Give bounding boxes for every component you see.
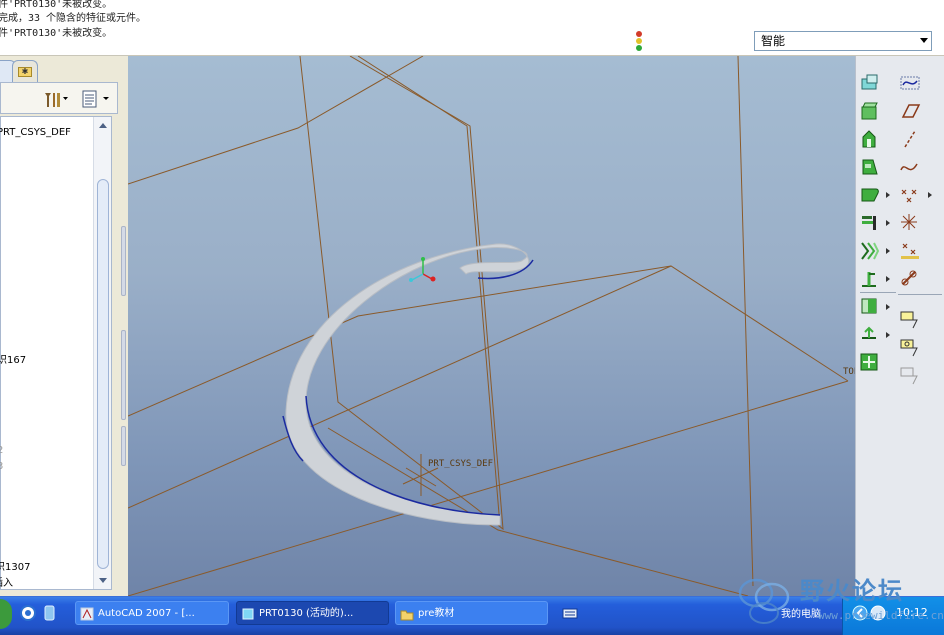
task-label: PRT0130 (活动的)... — [259, 608, 354, 619]
start-button[interactable] — [0, 599, 12, 629]
analysis-icon[interactable] — [899, 240, 921, 262]
chevron-right-icon[interactable] — [886, 276, 890, 282]
autocad-icon — [80, 607, 94, 621]
hole-icon[interactable] — [859, 73, 881, 95]
tree-item[interactable]: 在此插入 — [0, 574, 13, 589]
task-autocad[interactable]: AutoCAD 2007 - [... — [75, 601, 229, 625]
scroll-up-icon[interactable] — [99, 123, 107, 128]
spring-model — [282, 243, 534, 526]
shell-icon[interactable] — [859, 101, 881, 123]
settings-button[interactable] — [41, 89, 69, 109]
model-view — [128, 56, 849, 596]
plane-datum-icon[interactable] — [859, 324, 881, 346]
chevron-down-icon — [920, 38, 928, 43]
message-area: 零件'PRT0130'未被改变。 已完成，33 个隐含的特征或元件。 零件'PR… — [0, 0, 944, 56]
selection-filter-dropdown[interactable]: 智能 — [754, 31, 932, 51]
tree-item[interactable]: PRT_CSYS_DEF — [0, 127, 71, 138]
chamfer-icon[interactable] — [859, 212, 881, 234]
tab-folder-browser[interactable]: ✱ — [12, 60, 38, 82]
status-light-icon — [634, 30, 644, 52]
mirror-icon[interactable] — [859, 268, 881, 290]
chevron-right-icon[interactable] — [886, 332, 890, 338]
round-icon[interactable] — [859, 184, 881, 206]
task-label: AutoCAD 2007 - [... — [98, 608, 195, 619]
csys-label: PRT_CSYS_DEF — [428, 459, 494, 469]
keyboard-icon[interactable] — [562, 605, 578, 621]
navigator-tabs: ✱ — [0, 56, 128, 82]
chain-icon[interactable] — [899, 268, 921, 290]
scroll-down-icon[interactable] — [99, 578, 107, 583]
annotation-note-icon[interactable] — [899, 308, 921, 330]
chevron-right-icon[interactable] — [886, 248, 890, 254]
model-tree: PRT_CSYS_DEF 标识167 2 3 标识1307 在此插入 — [0, 116, 112, 590]
watermark: 野火论坛 www.proewildfire.cn — [734, 569, 944, 631]
datum-axis-icon[interactable] — [899, 129, 921, 151]
tree-toolbar — [0, 82, 118, 114]
message-line: 零件'PRT0130'未被改变。 — [0, 28, 113, 39]
scroll-thumb[interactable] — [97, 179, 109, 569]
pro-e-window: 零件'PRT0130'未被改变。 已完成，33 个隐含的特征或元件。 零件'PR… — [0, 0, 944, 635]
tree-item[interactable]: 2 — [0, 445, 3, 456]
folder-icon: ✱ — [18, 67, 32, 77]
datum-plane-icon[interactable] — [899, 101, 921, 123]
graphics-window[interactable]: PRT_CSYS_DEF TOP — [128, 56, 855, 596]
folder-icon — [400, 610, 414, 621]
message-line: 已完成，33 个隐含的特征或元件。 — [0, 13, 147, 24]
draft-icon[interactable] — [859, 156, 881, 178]
media-player-icon[interactable] — [42, 605, 58, 621]
datum-point-icon[interactable] — [899, 184, 921, 206]
tree-scrollbar[interactable] — [93, 117, 111, 589]
pattern-icon[interactable] — [859, 240, 881, 262]
datum-plane-label: TOP — [843, 367, 855, 377]
rib-icon[interactable] — [859, 129, 881, 151]
selection-filter-value: 智能 — [761, 34, 786, 48]
watermark-logo-icon — [738, 578, 790, 624]
datum-graph-icon[interactable] — [899, 73, 921, 95]
internet-explorer-icon[interactable] — [20, 605, 36, 621]
task-folder[interactable]: pre教材 — [395, 601, 548, 625]
chevron-right-icon[interactable] — [886, 220, 890, 226]
annotation-disabled-icon[interactable] — [899, 364, 921, 386]
pro-e-icon — [242, 608, 254, 620]
chevron-right-icon[interactable] — [928, 192, 932, 198]
merge-icon[interactable] — [859, 352, 881, 374]
sketch-icon[interactable] — [859, 296, 881, 318]
show-menu-button[interactable] — [81, 89, 113, 109]
panel-splitter[interactable] — [118, 226, 128, 466]
tools-icon — [45, 93, 68, 107]
edge-highlight — [305, 395, 501, 516]
datum-csys-icon[interactable] — [899, 212, 921, 234]
tree-item[interactable]: 标识167 — [0, 351, 26, 366]
task-label: pre教材 — [418, 608, 455, 619]
watermark-url: www.proewildfire.cn — [818, 609, 944, 622]
navigator-panel: ✱ PRT_CSYS_DEF 识167 2 3 1307 入 — [0, 56, 128, 596]
task-pro-e[interactable]: PRT0130 (活动的)... — [236, 601, 389, 625]
document-list-icon — [82, 90, 109, 108]
chevron-right-icon[interactable] — [886, 304, 890, 310]
datum-curve-icon[interactable] — [899, 156, 921, 178]
chevron-right-icon[interactable] — [886, 192, 890, 198]
annotation-symbol-icon[interactable] — [899, 336, 921, 358]
watermark-text: 野火论坛 — [800, 577, 904, 605]
tree-item[interactable]: 标识1307 — [0, 558, 30, 573]
tree-item[interactable]: 3 — [0, 461, 3, 472]
feature-toolbar — [855, 56, 944, 596]
